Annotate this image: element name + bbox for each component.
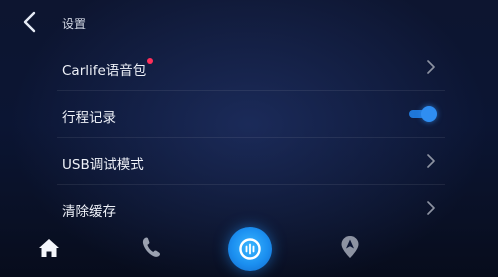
voice-assistant-button[interactable] [228, 227, 272, 271]
settings-item-label: 行程记录 [62, 110, 116, 126]
bottom-dock [0, 222, 498, 277]
dock-phone-button[interactable] [141, 236, 161, 258]
phone-icon [142, 237, 160, 257]
back-button[interactable] [18, 10, 44, 36]
chevron-right-icon [427, 201, 435, 215]
settings-item-label: Carlife语音包 [62, 63, 147, 79]
toggle-knob [421, 106, 437, 122]
settings-item-label: USB调试模式 [62, 157, 144, 173]
page-title: 设置 [62, 17, 87, 31]
settings-item-label: 清除缓存 [62, 204, 116, 220]
header: 设置 [0, 0, 498, 44]
notification-dot [147, 58, 154, 64]
dock-home-button[interactable] [38, 238, 60, 258]
settings-list: Carlife语音包 行程记录 USB调试模式 清除缓存 [57, 44, 445, 232]
chevron-right-icon [427, 60, 435, 74]
settings-item-trip-record[interactable]: 行程记录 [57, 91, 445, 138]
voice-assistant-icon [239, 238, 261, 260]
navigation-icon [341, 236, 359, 258]
trip-record-toggle[interactable] [409, 106, 437, 122]
settings-item-carlife-voice-pack[interactable]: Carlife语音包 [57, 44, 445, 91]
chevron-left-icon [23, 11, 36, 33]
dock-navigation-button[interactable] [340, 235, 360, 259]
home-icon [39, 239, 59, 257]
chevron-right-icon [427, 154, 435, 168]
settings-item-usb-debug-mode[interactable]: USB调试模式 [57, 138, 445, 185]
settings-screen: 设置 Carlife语音包 行程记录 USB调试模式 清除缓存 [0, 0, 498, 277]
